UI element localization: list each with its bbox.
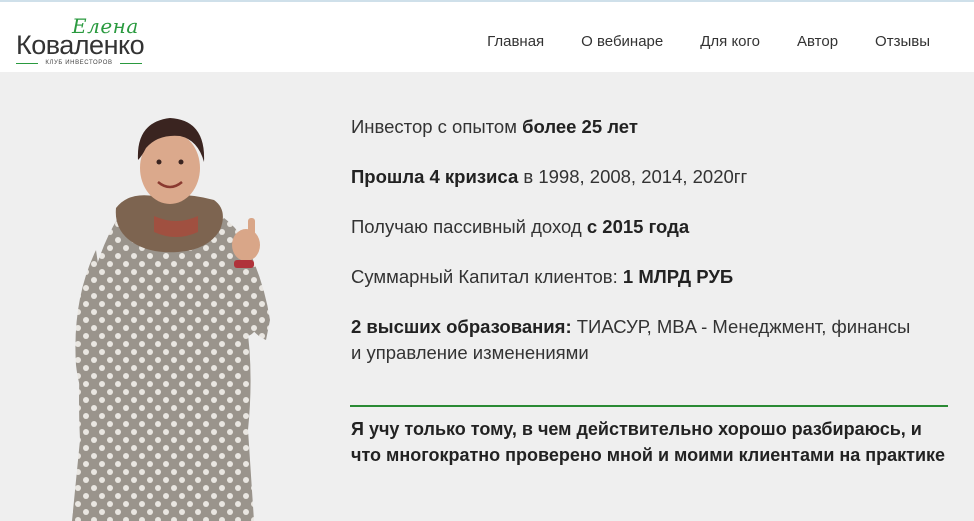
site-logo[interactable]: Елена Коваленко КЛУБ ИНВЕСТОРОВ xyxy=(14,14,149,70)
author-quote: Я учу только тому, в чем действительно х… xyxy=(351,419,946,465)
nav-item-author[interactable]: Автор xyxy=(797,33,838,50)
author-photo xyxy=(58,100,298,521)
fact-education: 2 высших образования: ТИАСУР, MBA - Мене… xyxy=(351,316,911,363)
nav-item-home[interactable]: Главная xyxy=(487,33,544,50)
fact-passive-income: Получаю пассивный доход с 2015 года xyxy=(351,216,690,237)
nav-item-webinar[interactable]: О вебинаре xyxy=(581,33,663,50)
fact-experience: Инвестор с опытом более 25 лет xyxy=(351,116,638,137)
author-facts: Инвестор с опытом более 25 лет Прошла 4 … xyxy=(351,114,911,390)
nav-item-audience[interactable]: Для кого xyxy=(700,33,760,50)
logo-tagline: КЛУБ ИНВЕСТОРОВ xyxy=(16,60,142,66)
fact-crises: Прошла 4 кризиса в 1998, 2008, 2014, 202… xyxy=(351,166,748,187)
author-portrait-icon xyxy=(72,118,270,521)
main-nav: Главная О вебинаре Для кого Автор Отзывы xyxy=(487,33,930,50)
logo-name-text: Коваленко xyxy=(16,30,145,60)
fact-client-capital: Суммарный Капитал клиентов: 1 МЛРД РУБ xyxy=(351,266,734,287)
nav-item-reviews[interactable]: Отзывы xyxy=(875,33,930,50)
site-header: Елена Коваленко КЛУБ ИНВЕСТОРОВ Главная … xyxy=(0,2,974,72)
quote-divider xyxy=(350,405,948,407)
